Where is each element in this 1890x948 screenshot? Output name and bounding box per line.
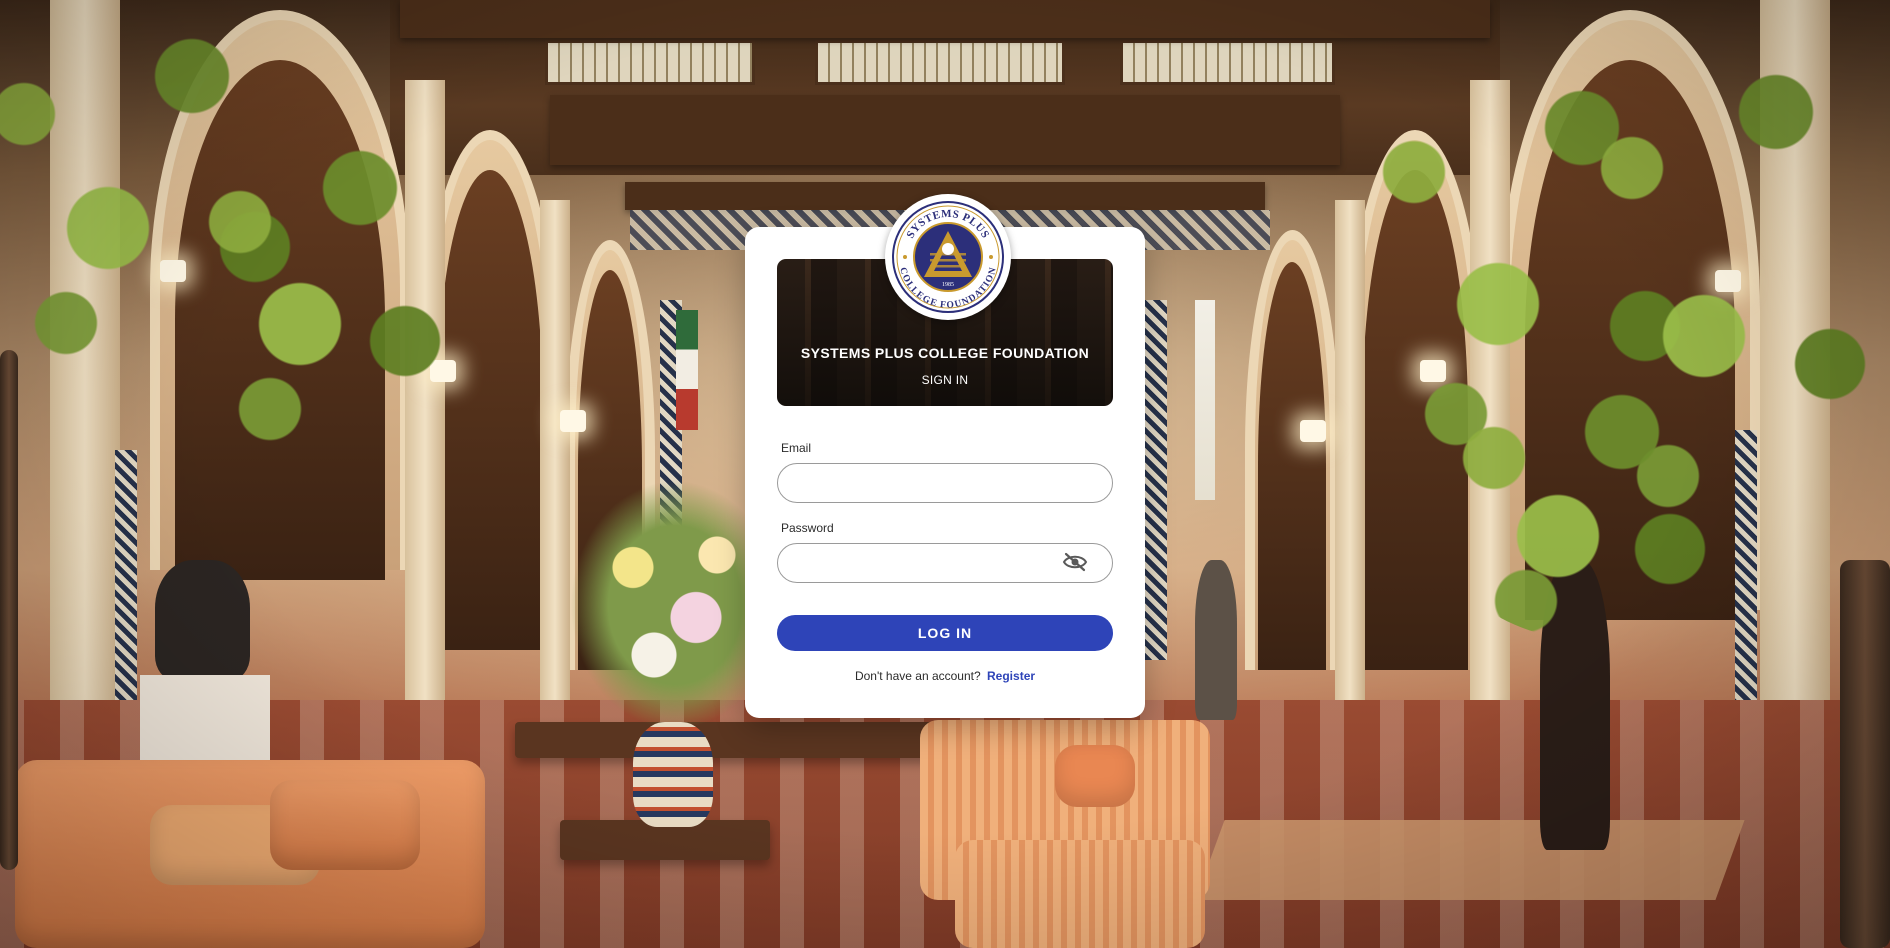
eye-off-icon[interactable] (1062, 552, 1088, 572)
login-card: SYSTEMS PLUS COLLEGE FOUNDATION SIGN IN … (745, 194, 1145, 718)
login-button[interactable]: LOG IN (777, 615, 1113, 651)
register-link[interactable]: Register (987, 669, 1035, 683)
register-prompt-text: Don't have an account? (854, 669, 981, 683)
password-label: Password (781, 521, 834, 535)
email-label: Email (781, 441, 812, 455)
banner-title: SYSTEMS PLUS COLLEGE FOUNDATION (800, 345, 1090, 361)
seal-year: 1985 (942, 282, 954, 288)
college-seal-logo: SYSTEMS PLUS COLLEGE FOUNDATION 1985 (885, 194, 1011, 320)
banner-subtitle: SIGN IN (921, 373, 969, 387)
email-field[interactable] (777, 463, 1113, 503)
college-seal-icon: SYSTEMS PLUS COLLEGE FOUNDATION 1985 (890, 199, 1006, 315)
register-prompt: Don't have an account? Register (745, 669, 1145, 683)
